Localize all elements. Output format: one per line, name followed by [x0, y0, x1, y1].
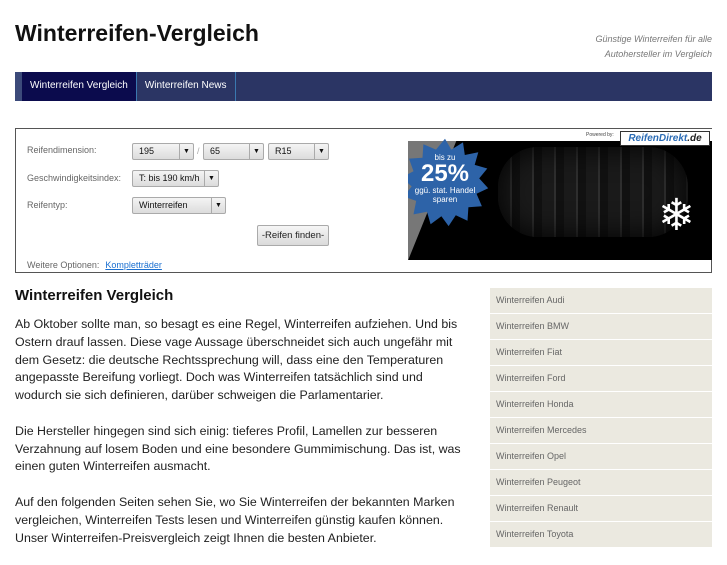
chevron-down-icon: ▼: [211, 198, 225, 213]
tagline: Günstige Winterreifen für alle Autoherste…: [596, 32, 712, 62]
sidebar-item-bmw[interactable]: Winterreifen BMW: [490, 314, 712, 340]
badge-percent: 25%: [420, 160, 470, 187]
article-body: Ab Oktober sollte man, so besagt es eine…: [15, 316, 467, 565]
width-select[interactable]: 195 ▼: [132, 143, 194, 160]
site-title: Winterreifen-Vergleich: [15, 20, 259, 46]
sidebar-item-mercedes[interactable]: Winterreifen Mercedes: [490, 418, 712, 444]
separator: /: [197, 146, 200, 156]
nav-item-news[interactable]: Winterreifen News: [137, 72, 236, 101]
tagline-line: Günstige Winterreifen für alle: [595, 34, 712, 44]
paragraph: Auf den folgenden Seiten sehen Sie, wo S…: [15, 494, 455, 545]
speed-label: Geschwindigkeitsindex:: [27, 173, 122, 183]
width-value: 195: [139, 146, 155, 156]
chevron-down-icon: ▼: [314, 144, 328, 159]
nav-item-vergleich[interactable]: Winterreifen Vergleich: [22, 72, 137, 101]
more-options: Weitere Optionen: Kompletträder: [27, 260, 162, 270]
paragraph: Die Hersteller hingegen sind sich einig:…: [15, 423, 461, 474]
sidebar-item-toyota[interactable]: Winterreifen Toyota: [490, 522, 712, 548]
reifendirekt-banner[interactable]: Powered by: ReifenDirekt.de bis zu 25% ggü…: [408, 129, 712, 260]
reifendirekt-logo: ReifenDirekt.de: [620, 131, 710, 146]
main-nav: Winterreifen Vergleich Winterreifen News: [15, 72, 712, 101]
badge-line: ggü. stat. Handel: [414, 186, 476, 195]
height-value: 65: [210, 146, 221, 156]
badge-line: sparen: [432, 195, 458, 204]
type-label: Reifentyp:: [27, 200, 68, 210]
sidebar-item-opel[interactable]: Winterreifen Opel: [490, 444, 712, 470]
rim-select[interactable]: R15 ▼: [268, 143, 329, 160]
logo-tld: .de: [687, 133, 702, 144]
tyre-search-form: Reifendimension: 195 ▼ / 65 ▼ R15 ▼ Geschwi…: [15, 128, 712, 273]
sidebar-item-honda[interactable]: Winterreifen Honda: [490, 392, 712, 418]
brand-sidebar: Winterreifen Audi Winterreifen BMW Winte…: [490, 288, 712, 548]
paragraph: Ab Oktober sollte man, so besagt es eine…: [15, 317, 458, 403]
chevron-down-icon: ▼: [179, 144, 193, 159]
tagline-line: Autohersteller im Vergleich: [604, 49, 712, 59]
discount-badge: bis zu 25% ggü. stat. Handel sparen: [408, 153, 490, 204]
rim-value: R15: [275, 146, 292, 156]
chevron-down-icon: ▼: [204, 171, 218, 186]
sidebar-item-renault[interactable]: Winterreifen Renault: [490, 496, 712, 522]
speed-select[interactable]: T: bis 190 km/h ▼: [132, 170, 219, 187]
complete-wheels-link[interactable]: Kompletträder: [105, 260, 162, 270]
height-select[interactable]: 65 ▼: [203, 143, 264, 160]
type-select[interactable]: Winterreifen ▼: [132, 197, 226, 214]
speed-value: T: bis 190 km/h: [139, 173, 200, 183]
find-tyres-button[interactable]: -Reifen finden-: [257, 225, 329, 246]
powered-by: Powered by:: [586, 132, 614, 138]
dimension-label: Reifendimension:: [27, 145, 97, 155]
snowflake-icon: ❄: [658, 191, 695, 240]
sidebar-item-ford[interactable]: Winterreifen Ford: [490, 366, 712, 392]
chevron-down-icon: ▼: [249, 144, 263, 159]
more-options-label: Weitere Optionen:: [27, 260, 100, 270]
page-heading: Winterreifen Vergleich: [15, 287, 174, 304]
sidebar-item-audi[interactable]: Winterreifen Audi: [490, 288, 712, 314]
type-value: Winterreifen: [139, 200, 188, 210]
sidebar-item-peugeot[interactable]: Winterreifen Peugeot: [490, 470, 712, 496]
logo-main: ReifenDirekt: [628, 133, 688, 144]
sidebar-item-fiat[interactable]: Winterreifen Fiat: [490, 340, 712, 366]
